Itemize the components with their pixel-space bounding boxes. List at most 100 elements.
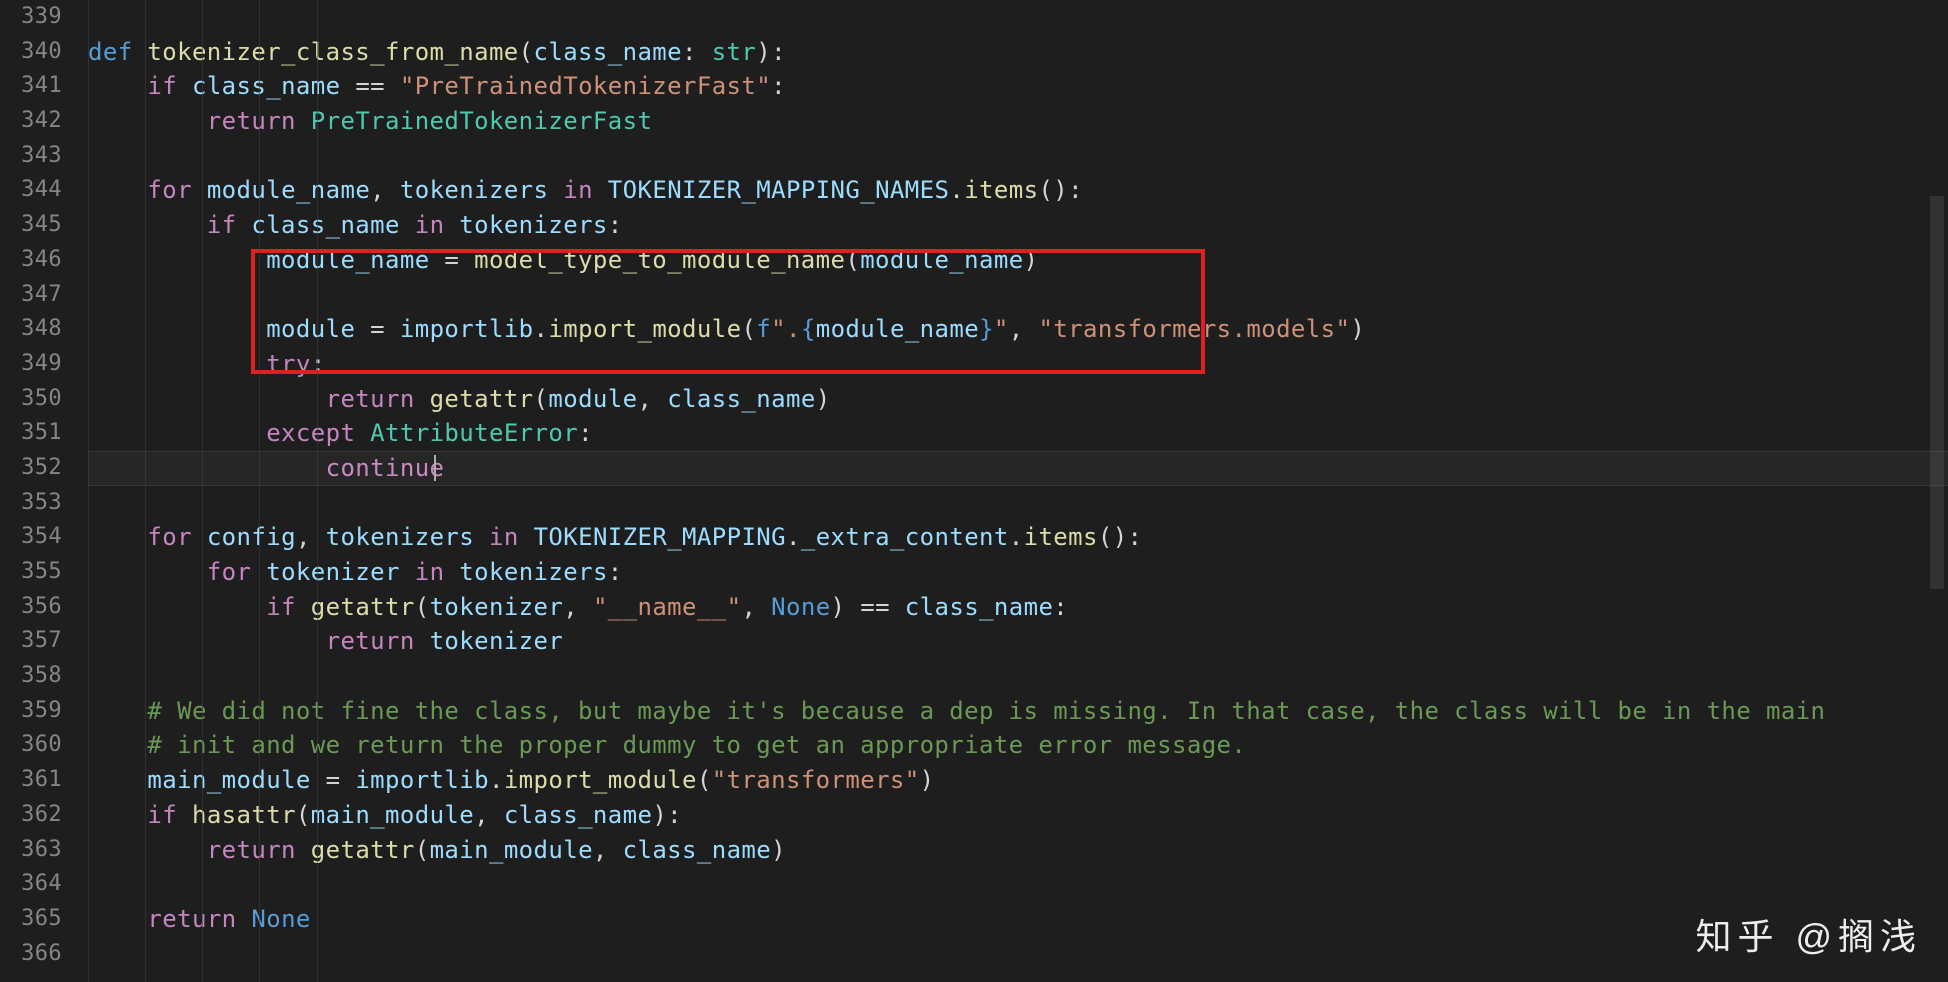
code-token: import_module (504, 766, 697, 794)
code-token: def (88, 38, 147, 66)
code-line[interactable]: if class_name == "PreTrainedTokenizerFas… (88, 69, 1948, 104)
vertical-scrollbar-thumb[interactable] (1930, 196, 1944, 589)
code-token: tokenizer (266, 558, 400, 586)
code-token: ( (296, 801, 311, 829)
code-token: , (474, 801, 504, 829)
code-token: ". (771, 315, 801, 343)
code-token: module_name (860, 246, 1023, 274)
line-number: 350 (0, 382, 62, 417)
indent-guide (317, 0, 318, 982)
code-token (296, 107, 311, 135)
code-token: in (415, 211, 445, 239)
code-line[interactable] (88, 659, 1948, 694)
code-line[interactable]: return None (88, 902, 1948, 937)
code-token (474, 523, 489, 551)
code-line[interactable]: module = importlib.import_module(f".{mod… (88, 312, 1948, 347)
code-line[interactable] (88, 937, 1948, 972)
code-token: tokenizer (430, 593, 564, 621)
code-token: ( (415, 593, 430, 621)
indent-guide (202, 0, 203, 982)
code-line[interactable]: module_name = model_type_to_module_name(… (88, 243, 1948, 278)
code-line[interactable]: # init and we return the proper dummy to… (88, 728, 1948, 763)
code-token: ) (1350, 315, 1365, 343)
code-token: tokenizer (430, 627, 564, 655)
code-line[interactable]: def tokenizer_class_from_name(class_name… (88, 35, 1948, 70)
vertical-scrollbar[interactable] (1930, 0, 1944, 982)
line-number: 365 (0, 902, 62, 937)
code-line[interactable]: return tokenizer (88, 624, 1948, 659)
line-number: 342 (0, 104, 62, 139)
code-token: tokenizers (400, 176, 549, 204)
code-token: == (340, 72, 399, 100)
code-line[interactable]: main_module = importlib.import_module("t… (88, 763, 1948, 798)
code-token (88, 419, 266, 447)
code-editor[interactable]: 3393403413423433443453463473483493503513… (0, 0, 1948, 982)
code-line[interactable]: try: (88, 347, 1948, 382)
code-token: # We did not fine the class, but maybe i… (147, 697, 1825, 725)
line-number: 366 (0, 937, 62, 972)
code-token: items (1024, 523, 1098, 551)
code-token: , (741, 593, 771, 621)
code-token: getattr (311, 836, 415, 864)
code-token: return (207, 107, 296, 135)
code-line[interactable]: return getattr(module, class_name) (88, 382, 1948, 417)
code-token (88, 246, 266, 274)
code-token: str (712, 38, 757, 66)
code-line[interactable]: return getattr(main_module, class_name) (88, 833, 1948, 868)
code-token (88, 836, 207, 864)
code-token: " (994, 315, 1009, 343)
code-token: module_name (816, 315, 979, 343)
code-token (237, 905, 252, 933)
code-token: = (355, 315, 400, 343)
code-token: return (326, 627, 415, 655)
code-token: : (771, 72, 786, 100)
code-line[interactable] (88, 867, 1948, 902)
code-content-area[interactable]: def tokenizer_class_from_name(class_name… (88, 0, 1948, 982)
code-line[interactable] (88, 486, 1948, 521)
code-line[interactable]: for config, tokenizers in TOKENIZER_MAPP… (88, 520, 1948, 555)
indent-guide (145, 0, 146, 982)
line-number: 358 (0, 659, 62, 694)
code-token (415, 385, 430, 413)
code-token: : (1053, 593, 1068, 621)
code-line[interactable]: # We did not fine the class, but maybe i… (88, 694, 1948, 729)
code-line[interactable]: for module_name, tokenizers in TOKENIZER… (88, 173, 1948, 208)
code-line[interactable]: if hasattr(main_module, class_name): (88, 798, 1948, 833)
code-line[interactable]: except AttributeError: (88, 416, 1948, 451)
code-token: . (1009, 523, 1024, 551)
code-token: importlib (355, 766, 489, 794)
code-line[interactable] (88, 139, 1948, 174)
code-token (444, 211, 459, 239)
code-token: , (296, 523, 326, 551)
code-token: for (147, 176, 192, 204)
code-token (88, 107, 207, 135)
code-token: ): (756, 38, 786, 66)
code-token: : (578, 419, 593, 447)
code-line[interactable] (88, 0, 1948, 35)
code-token: } (979, 315, 994, 343)
code-line[interactable]: return PreTrainedTokenizerFast (88, 104, 1948, 139)
code-token: for (147, 523, 192, 551)
code-token (88, 315, 266, 343)
code-token (296, 836, 311, 864)
code-line[interactable] (88, 278, 1948, 313)
line-number: 351 (0, 416, 62, 451)
code-line[interactable]: if class_name in tokenizers: (88, 208, 1948, 243)
line-number-gutter: 3393403413423433443453463473483493503513… (0, 0, 88, 982)
code-token: module_name (266, 246, 429, 274)
code-token (88, 627, 326, 655)
code-token: . (489, 766, 504, 794)
code-token (88, 766, 147, 794)
code-token: ( (741, 315, 756, 343)
code-token: if (147, 72, 177, 100)
code-token (415, 627, 430, 655)
code-token: module_name (207, 176, 370, 204)
line-number: 363 (0, 833, 62, 868)
code-token (88, 558, 207, 586)
code-token (88, 176, 147, 204)
code-line[interactable]: if getattr(tokenizer, "__name__", None) … (88, 590, 1948, 625)
code-token (177, 72, 192, 100)
code-token: { (801, 315, 816, 343)
code-token: module (548, 385, 637, 413)
code-line[interactable]: for tokenizer in tokenizers: (88, 555, 1948, 590)
